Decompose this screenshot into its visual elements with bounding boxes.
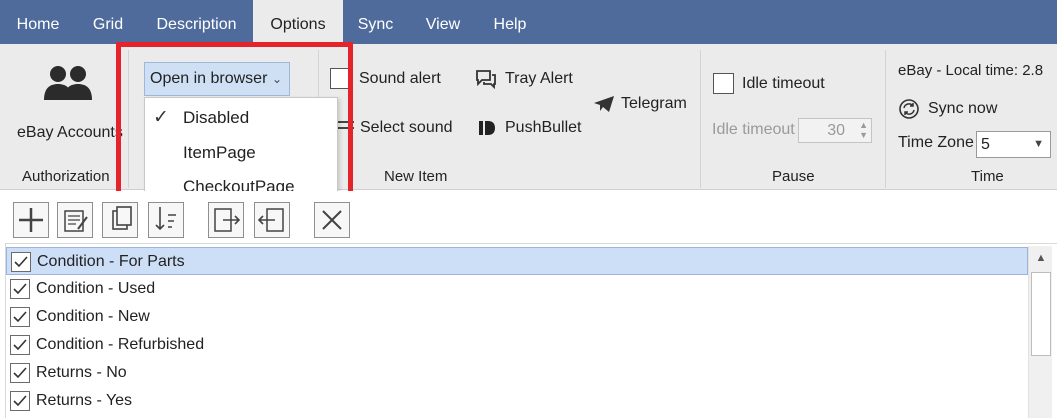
list-item[interactable]: Condition - For Parts (6, 247, 1028, 275)
ebay-accounts-label: eBay Accounts (17, 124, 123, 141)
tab-description[interactable]: Description (140, 0, 253, 44)
idle-timeout-checkbox[interactable] (713, 73, 734, 94)
row-checkbox[interactable] (10, 335, 30, 355)
pushbullet-icon (479, 121, 495, 135)
row-checkbox[interactable] (10, 279, 30, 299)
edit-icon (64, 210, 88, 232)
ebay-accounts-button[interactable]: eBay Accounts (10, 54, 123, 154)
row-label: Condition - Used (36, 280, 156, 297)
menu-bar: Home Grid Description Options Sync View … (0, 0, 1057, 44)
row-label: Condition - Refurbished (36, 336, 205, 353)
local-time-text: eBay - Local time: 2.8 (898, 62, 1044, 79)
row-checkbox[interactable] (10, 363, 30, 383)
scroll-up-icon[interactable]: ▲ (1029, 246, 1053, 270)
list-item[interactable]: Condition - New (6, 303, 1028, 331)
sound-list-icon (338, 121, 354, 129)
list-item[interactable]: Condition - Used (6, 275, 1028, 303)
time-zone-value: 5 (981, 136, 990, 153)
group-separator (128, 50, 129, 188)
tab-sync[interactable]: Sync (343, 0, 408, 44)
copy-icon (112, 206, 132, 230)
sort-icon (155, 207, 176, 231)
sync-now-button[interactable]: Sync now (928, 100, 997, 118)
list-item[interactable]: Returns - Yes (6, 387, 1028, 415)
row-checkbox[interactable] (11, 252, 31, 272)
idle-timeout-value: 30 (827, 122, 845, 139)
menu-item-itempage[interactable]: ItemPage (183, 143, 256, 163)
row-label: Condition - New (36, 308, 150, 325)
pushbullet-button[interactable]: PushBullet (505, 119, 582, 137)
tab-help[interactable]: Help (478, 0, 542, 44)
export-icon (214, 208, 241, 232)
time-zone-label: Time Zone (898, 134, 974, 151)
new-item-group-label: New Item (384, 168, 448, 185)
tab-home[interactable]: Home (0, 0, 76, 44)
list-item[interactable]: Returns - No (6, 359, 1028, 387)
tab-grid[interactable]: Grid (76, 0, 140, 44)
row-checkbox[interactable] (10, 307, 30, 327)
plus-icon (19, 208, 43, 232)
idle-timeout-checkbox-label: Idle timeout (742, 75, 825, 92)
chat-icon (476, 70, 496, 89)
sound-alert-checkbox[interactable] (330, 68, 351, 89)
sort-button[interactable] (148, 202, 184, 238)
sync-icon (899, 99, 919, 119)
telegram-icon (594, 96, 614, 112)
check-icon (13, 311, 27, 323)
scroll-thumb[interactable] (1031, 272, 1051, 356)
row-checkbox[interactable] (10, 391, 30, 411)
delete-button[interactable] (314, 202, 350, 238)
copy-button[interactable] (102, 202, 138, 238)
menu-item-disabled[interactable]: Disabled (183, 108, 249, 128)
check-icon (14, 256, 28, 268)
row-label: Condition - For Parts (37, 253, 185, 270)
open-in-browser-dropdown[interactable]: Open in browser ⌄ (144, 62, 290, 96)
list-item[interactable]: Condition - Refurbished (6, 331, 1028, 359)
check-icon (13, 339, 27, 351)
import-button[interactable] (254, 202, 290, 238)
sound-alert-label: Sound alert (359, 70, 441, 87)
chevron-down-icon: ▼ (1033, 138, 1044, 150)
authorization-group-label: Authorization (22, 168, 110, 185)
check-icon (13, 395, 27, 407)
import-icon (257, 208, 284, 232)
time-group-label: Time (971, 168, 1004, 185)
list-toolbar (0, 191, 1057, 243)
check-icon (13, 283, 27, 295)
export-button[interactable] (208, 202, 244, 238)
open-in-browser-label: Open in browser (150, 70, 268, 87)
row-label: Returns - Yes (36, 392, 133, 409)
idle-timeout-field-label: Idle timeout (712, 121, 795, 138)
time-zone-select[interactable]: 5 ▼ (976, 131, 1051, 158)
open-in-browser-menu: ✓ Disabled ItemPage CheckoutPage (144, 97, 338, 204)
chevron-down-icon: ⌄ (272, 72, 283, 86)
spin-arrows-icon[interactable]: ▲ ▼ (859, 120, 868, 140)
group-separator (700, 50, 701, 188)
users-icon (44, 66, 92, 100)
tab-view[interactable]: View (408, 0, 478, 44)
pause-group-label: Pause (772, 168, 815, 185)
filter-list: Condition - For Parts Condition - Used C… (5, 243, 1057, 418)
tray-alert-button[interactable]: Tray Alert (505, 70, 573, 88)
row-label: Returns - No (36, 364, 127, 381)
tab-options[interactable]: Options (253, 0, 343, 44)
close-icon (322, 210, 342, 230)
list-scrollbar[interactable]: ▲ (1028, 246, 1052, 418)
idle-timeout-spinner[interactable]: 30 ▲ ▼ (798, 118, 872, 143)
select-sound-button[interactable]: Select sound (360, 119, 453, 137)
group-separator (885, 50, 886, 188)
telegram-button[interactable]: Telegram (621, 95, 687, 113)
add-button[interactable] (13, 202, 49, 238)
check-icon: ✓ (153, 107, 169, 128)
check-icon (13, 367, 27, 379)
edit-button[interactable] (57, 202, 93, 238)
